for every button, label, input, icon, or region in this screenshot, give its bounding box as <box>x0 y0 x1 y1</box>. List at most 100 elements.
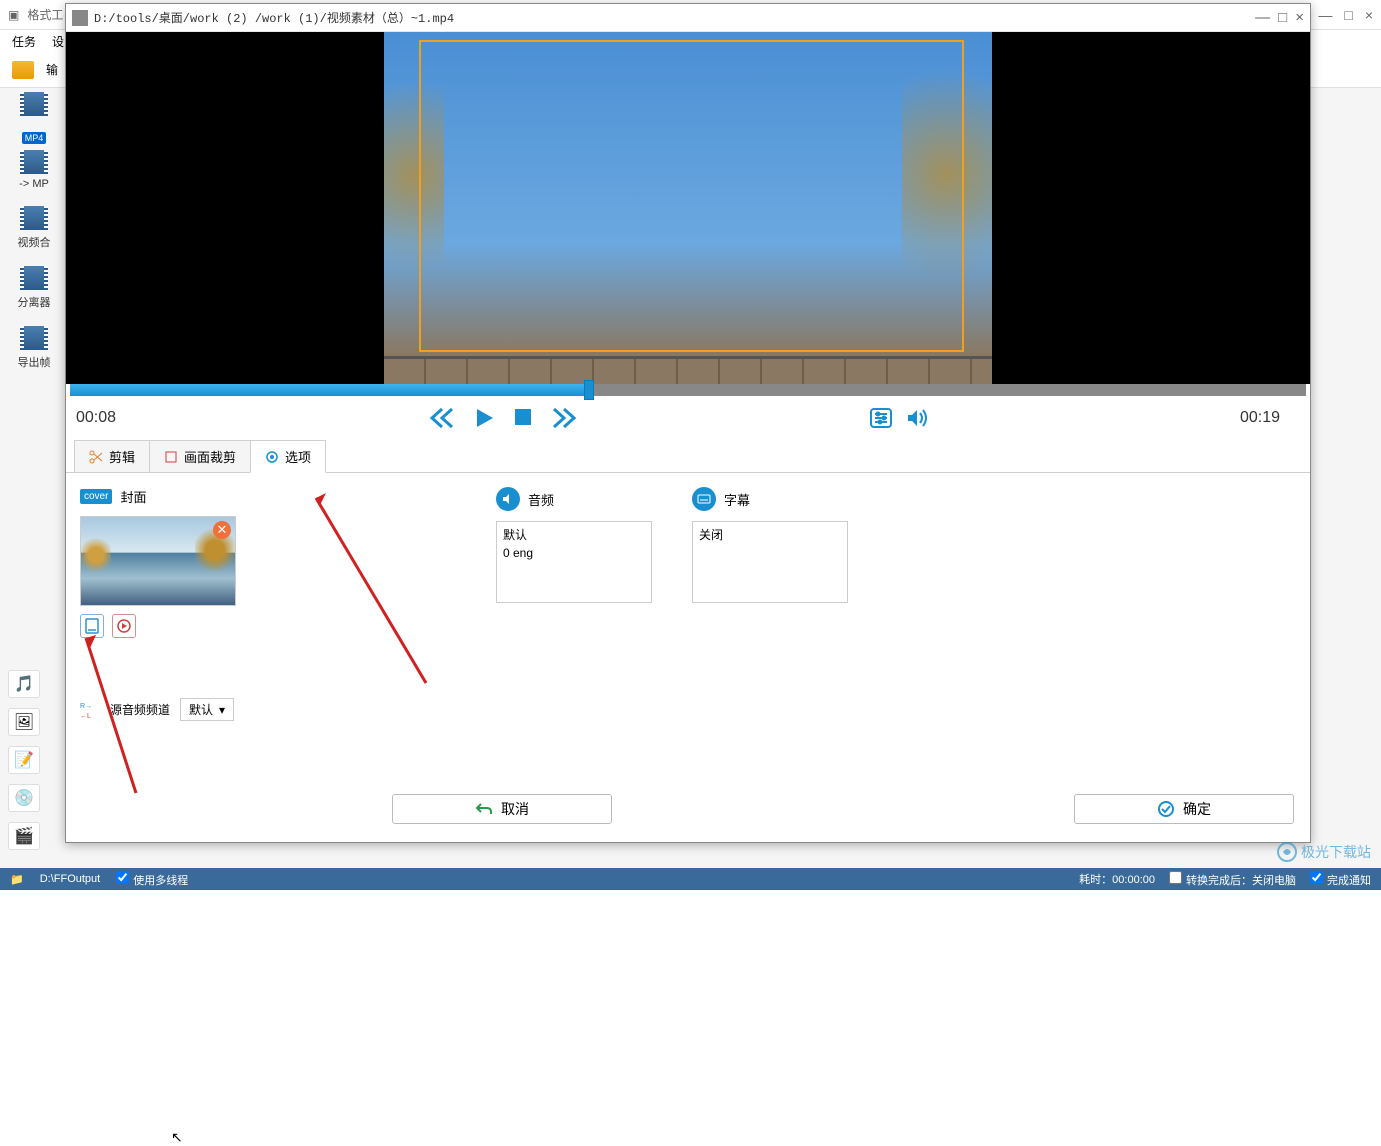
ok-button[interactable]: 确定 <box>1074 794 1294 824</box>
cover-badge: cover <box>80 489 112 504</box>
bg-app-title: 格式工 <box>27 6 63 23</box>
menu-task[interactable]: 任务 <box>12 33 36 50</box>
forward-button[interactable] <box>551 407 577 429</box>
volume-icon[interactable] <box>905 407 929 429</box>
toolbar-output: 输 <box>46 61 58 78</box>
seek-fill <box>70 384 589 396</box>
watermark: 极光下载站 <box>1277 842 1371 862</box>
mp4-badge: MP4 <box>22 132 47 144</box>
crop-icon <box>164 450 178 464</box>
audio-section: 音频 默认 0 eng <box>496 487 652 768</box>
gear-icon <box>265 450 279 464</box>
tab-options[interactable]: 选项 <box>250 440 326 473</box>
image-icon[interactable]: 🖼 <box>8 708 40 736</box>
audio-channel-icon: R→←L <box>80 700 100 720</box>
dialog-path: D:/tools/桌面/work (2) /work (1)/视频素材（总）~1… <box>94 9 454 26</box>
editor-dialog: D:/tools/桌面/work (2) /work (1)/视频素材（总）~1… <box>65 3 1311 843</box>
audio-list-item[interactable]: 0 eng <box>503 544 645 562</box>
audio-icon <box>496 487 520 511</box>
folder-icon[interactable]: 📁 <box>10 873 24 886</box>
audio-list[interactable]: 默认 0 eng <box>496 521 652 603</box>
menu-settings[interactable]: 设 <box>52 33 64 50</box>
play-button[interactable] <box>473 407 495 429</box>
scissors-icon <box>89 450 103 464</box>
bg-window-controls: — □ × <box>1318 7 1373 23</box>
stop-button[interactable] <box>513 407 533 427</box>
bg-maximize-button[interactable]: □ <box>1344 7 1352 23</box>
playback-controls-row: 00:08 00:19 <box>66 396 1310 440</box>
cover-section: cover 封面 ✕ ↖ R→←L 源音频频道 默认 <box>80 487 236 768</box>
film-icon <box>20 92 48 116</box>
tabs: 剪辑 画面裁剪 选项 <box>66 440 1310 473</box>
source-audio-label: 源音频频道 <box>110 701 170 718</box>
check-circle-icon <box>1157 800 1175 818</box>
sidebar-item-video[interactable] <box>8 88 60 120</box>
browse-image-button[interactable] <box>80 614 104 638</box>
tab-crop[interactable]: 画面裁剪 <box>149 440 251 472</box>
statusbar: 📁 D:\FFOutput 使用多线程 耗时：00:00:00 转换完成后：关闭… <box>0 868 1381 890</box>
time-total: 00:19 <box>1240 409 1300 427</box>
svg-text:R→: R→ <box>80 703 92 710</box>
film-icon <box>20 326 48 350</box>
remove-cover-button[interactable]: ✕ <box>213 521 231 539</box>
cover-label: 封面 <box>120 487 146 506</box>
watermark-text: 极光下载站 <box>1301 842 1371 862</box>
folder-icon[interactable] <box>12 61 34 79</box>
sidebar-label: 导出帧 <box>18 354 51 370</box>
cursor-icon: ↖ <box>171 1129 183 1146</box>
source-audio-value: 默认 <box>189 701 213 718</box>
record-icon[interactable]: 🎬 <box>8 822 40 850</box>
seek-bar[interactable] <box>70 384 1306 396</box>
time-current: 00:08 <box>76 409 136 427</box>
film-icon <box>20 266 48 290</box>
sidebar-item-merge[interactable]: 视频合 <box>8 202 60 250</box>
cover-thumbnail[interactable]: ✕ <box>80 516 236 606</box>
options-panel: cover 封面 ✕ ↖ R→←L 源音频频道 默认 <box>66 473 1310 782</box>
disc-icon[interactable]: 💿 <box>8 784 40 812</box>
source-audio-dropdown[interactable]: 默认 ▾ <box>180 698 234 721</box>
cancel-button[interactable]: 取消 <box>392 794 612 824</box>
dialog-minimize-button[interactable]: — <box>1255 9 1270 26</box>
dialog-close-button[interactable]: × <box>1295 9 1304 26</box>
bg-minimize-button[interactable]: — <box>1318 7 1332 23</box>
music-icon[interactable]: 🎵 <box>8 670 40 698</box>
audio-list-item[interactable]: 默认 <box>503 526 645 544</box>
bg-close-button[interactable]: × <box>1365 7 1373 23</box>
cancel-label: 取消 <box>501 799 529 819</box>
settings-icon[interactable] <box>869 407 893 429</box>
document-icon[interactable]: 📝 <box>8 746 40 774</box>
multithread-checkbox[interactable]: 使用多线程 <box>116 871 188 888</box>
rewind-button[interactable] <box>429 407 455 429</box>
shutdown-checkbox[interactable]: 转换完成后：关闭电脑 <box>1169 871 1296 888</box>
sidebar-label: 视频合 <box>18 234 51 250</box>
subtitle-section: 字幕 关闭 <box>692 487 848 768</box>
sidebar-item-splitter[interactable]: 分离器 <box>8 262 60 310</box>
output-path[interactable]: D:\FFOutput <box>40 873 101 885</box>
video-preview[interactable] <box>66 32 1310 384</box>
dialog-maximize-button[interactable]: □ <box>1278 9 1287 26</box>
sidebar-label: -> MP <box>19 178 49 190</box>
tab-options-label: 选项 <box>285 447 311 466</box>
crop-rectangle[interactable] <box>419 40 964 352</box>
audio-label: 音频 <box>528 490 554 509</box>
tab-edit-label: 剪辑 <box>109 447 135 466</box>
sidebar-item-export-frame[interactable]: 导出帧 <box>8 322 60 370</box>
film-icon <box>20 206 48 230</box>
tab-crop-label: 画面裁剪 <box>184 447 236 466</box>
play-circle-icon <box>116 618 132 634</box>
seek-handle[interactable] <box>584 380 594 400</box>
sidebar-item-mp4[interactable]: MP4 -> MP <box>8 132 60 190</box>
subtitle-list-item[interactable]: 关闭 <box>699 526 841 544</box>
video-frame <box>384 32 992 384</box>
capture-frame-button[interactable] <box>112 614 136 638</box>
tab-edit[interactable]: 剪辑 <box>74 440 150 472</box>
file-image-icon <box>84 618 100 634</box>
source-audio-row: R→←L 源音频频道 默认 ▾ <box>80 698 236 721</box>
ok-label: 确定 <box>1183 799 1211 819</box>
sidebar-label: 分离器 <box>18 294 51 310</box>
subtitle-list[interactable]: 关闭 <box>692 521 848 603</box>
sidebar: MP4 -> MP 视频合 分离器 导出帧 <box>8 88 60 370</box>
chevron-down-icon: ▾ <box>219 703 225 717</box>
notify-checkbox[interactable]: 完成通知 <box>1310 871 1371 888</box>
undo-icon <box>475 801 493 817</box>
